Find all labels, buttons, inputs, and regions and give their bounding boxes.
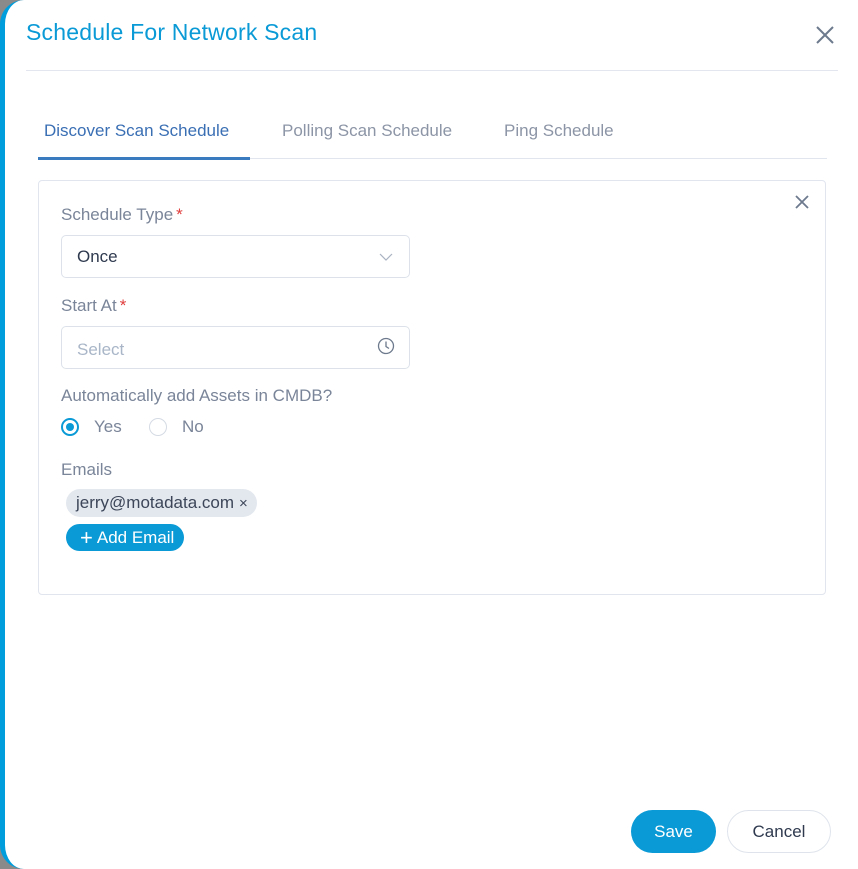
schedule-modal: Schedule For Network Scan Discover Scan … — [0, 0, 858, 869]
radio-circle-checked[interactable] — [61, 418, 79, 436]
required-mark: * — [119, 296, 127, 315]
radio-no[interactable]: No — [149, 417, 204, 437]
schedule-type-value: Once — [77, 247, 118, 266]
emails-label: Emails — [61, 460, 113, 479]
radio-yes-label: Yes — [94, 417, 122, 436]
radio-yes[interactable]: Yes — [61, 417, 122, 437]
tab-ping-schedule[interactable]: Ping Schedule — [504, 121, 614, 141]
schedule-card: Schedule Type * Once Start At * Select Aut… — [38, 180, 826, 595]
email-chip-text: jerry@motadata.com — [76, 493, 235, 512]
close-icon[interactable] — [814, 24, 836, 46]
remove-email-icon[interactable]: × — [239, 495, 248, 512]
start-at-input[interactable]: Select — [61, 326, 410, 369]
tab-discover-scan-schedule[interactable]: Discover Scan Schedule — [44, 121, 229, 141]
clock-icon[interactable] — [377, 337, 395, 355]
schedule-tabs: Discover Scan Schedule Polling Scan Sche… — [38, 108, 827, 160]
active-tab-indicator — [38, 157, 250, 160]
schedule-type-select[interactable]: Once — [61, 235, 410, 278]
save-button[interactable]: Save — [631, 810, 716, 853]
auto-add-assets-label: Automatically add Assets in CMDB? — [61, 386, 333, 405]
cancel-button[interactable]: Cancel — [727, 810, 831, 853]
modal-title: Schedule For Network Scan — [26, 19, 318, 45]
plus-icon: + — [80, 524, 93, 550]
start-at-placeholder: Select — [77, 340, 125, 359]
schedule-type-label-text: Schedule Type — [61, 205, 174, 224]
start-at-label-text: Start At — [61, 296, 117, 315]
remove-schedule-icon[interactable] — [793, 193, 811, 211]
start-at-label: Start At * — [61, 296, 126, 316]
radio-no-label: No — [182, 417, 204, 436]
radio-circle-unchecked[interactable] — [149, 418, 167, 436]
add-email-button[interactable]: + Add Email — [66, 524, 185, 551]
email-chip: jerry@motadata.com × — [66, 489, 257, 517]
required-mark: * — [176, 205, 183, 224]
modal-header: Schedule For Network Scan — [26, 0, 838, 71]
schedule-type-label: Schedule Type * — [61, 205, 183, 225]
chevron-down-icon — [379, 253, 393, 261]
tab-polling-scan-schedule[interactable]: Polling Scan Schedule — [282, 121, 452, 141]
add-email-label: Add Email — [96, 527, 175, 547]
